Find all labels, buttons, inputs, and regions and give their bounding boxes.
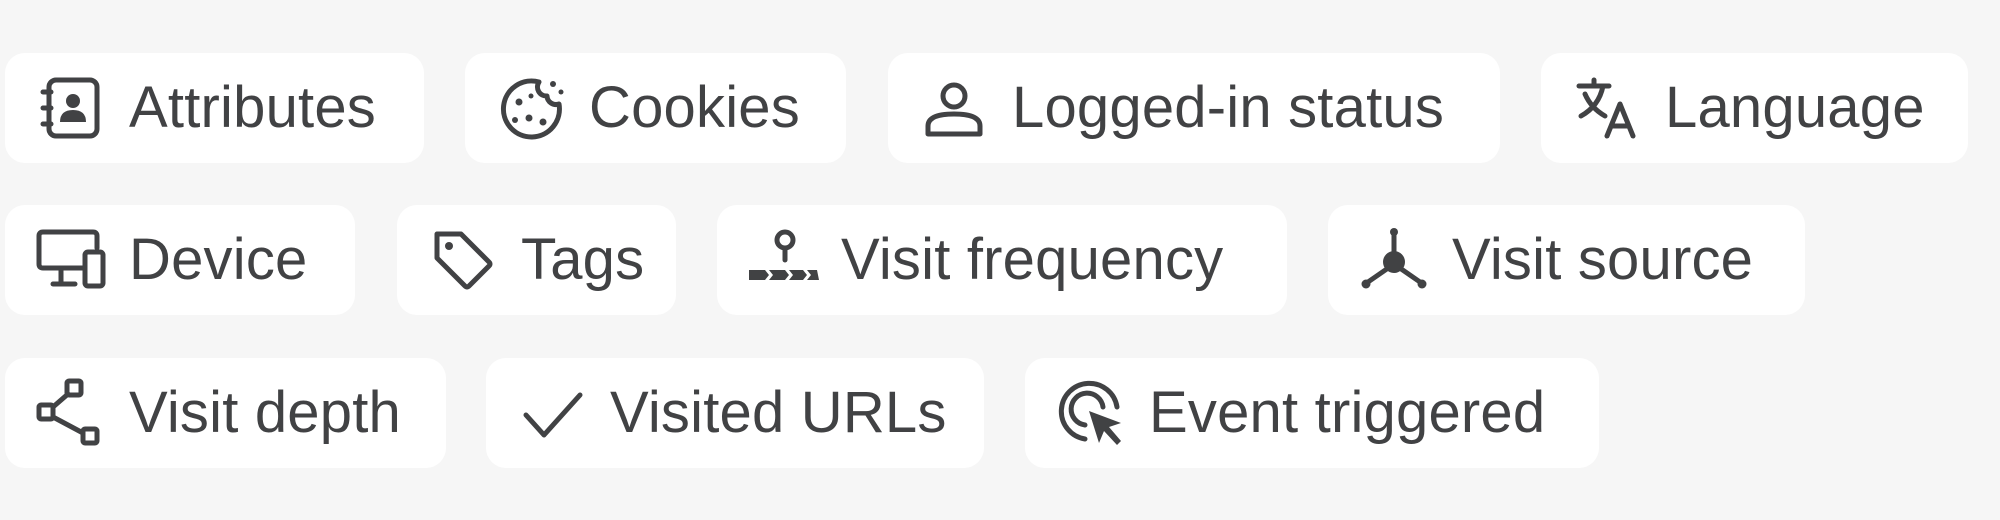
filter-chip-label: Attributes: [129, 75, 376, 140]
user-icon: [918, 72, 990, 144]
filter-chip-language[interactable]: Language: [1541, 53, 1968, 163]
translate-icon: [1571, 72, 1643, 144]
devices-icon: [35, 224, 107, 296]
route-pin-icon: [747, 224, 819, 296]
filter-chip-label: Device: [129, 227, 308, 292]
filter-chip-label: Tags: [521, 227, 645, 292]
filter-chip-visited-urls[interactable]: Visited URLs: [486, 358, 984, 468]
network-node-icon: [1358, 224, 1430, 296]
cursor-click-icon: [1055, 377, 1127, 449]
filter-chip-event-triggered[interactable]: Event triggered: [1025, 358, 1599, 468]
filter-chip-tags[interactable]: Tags: [397, 205, 676, 315]
filter-chip-label: Visit depth: [129, 380, 401, 445]
filter-chip-label: Visit frequency: [841, 227, 1224, 292]
filter-chip-label: Cookies: [589, 75, 800, 140]
filter-chip-attributes[interactable]: Attributes: [5, 53, 424, 163]
filter-chip-logged-in-status[interactable]: Logged-in status: [888, 53, 1500, 163]
filter-chip-cookies[interactable]: Cookies: [465, 53, 846, 163]
filter-chip-label: Event triggered: [1149, 380, 1546, 445]
checkmark-icon: [516, 377, 588, 449]
cookie-icon: [495, 72, 567, 144]
filter-chip-device[interactable]: Device: [5, 205, 355, 315]
filter-chip-visit-frequency[interactable]: Visit frequency: [717, 205, 1287, 315]
filter-chip-label: Language: [1665, 75, 1925, 140]
filter-chip-label: Visit source: [1452, 227, 1754, 292]
filter-chip-visit-source[interactable]: Visit source: [1328, 205, 1805, 315]
filter-chip-visit-depth[interactable]: Visit depth: [5, 358, 446, 468]
filter-chip-label: Logged-in status: [1012, 75, 1445, 140]
tree-structure-icon: [35, 377, 107, 449]
tag-icon: [427, 224, 499, 296]
filter-chip-label: Visited URLs: [610, 380, 947, 445]
contact-book-icon: [35, 72, 107, 144]
